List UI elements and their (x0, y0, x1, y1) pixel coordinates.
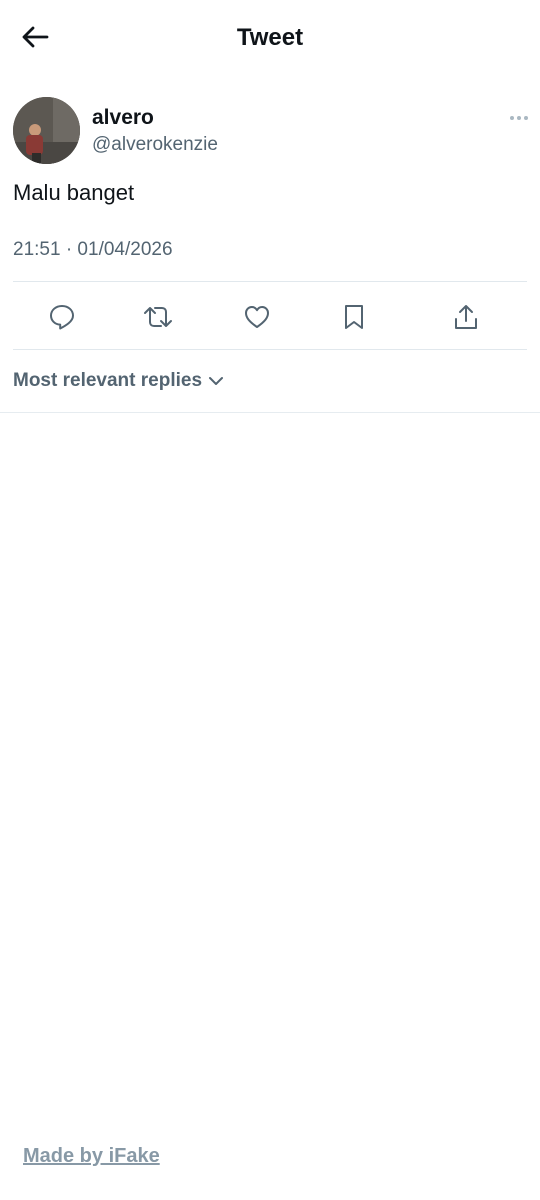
like-icon (245, 306, 269, 328)
top-bar: Tweet (0, 0, 540, 76)
share-button[interactable] (448, 299, 484, 335)
retweet-icon (144, 307, 172, 327)
divider (13, 281, 527, 282)
ellipsis-icon (510, 116, 528, 120)
author-handle[interactable]: @alverokenzie (92, 134, 218, 156)
avatar[interactable] (13, 97, 80, 164)
reply-sort-dropdown[interactable]: Most relevant replies (13, 370, 224, 392)
author-name[interactable]: alvero (92, 106, 154, 130)
reply-icon (50, 305, 74, 330)
divider (0, 412, 540, 413)
page-title: Tweet (236, 24, 304, 51)
share-icon (455, 305, 477, 329)
chevron-down-icon (209, 377, 224, 385)
divider (13, 349, 527, 350)
bookmark-icon (345, 305, 363, 329)
reply-sort-label: Most relevant replies (13, 370, 203, 391)
retweet-button[interactable] (140, 299, 176, 335)
avatar-photo (13, 97, 80, 164)
bookmark-button[interactable] (336, 299, 372, 335)
tweet-text: Malu banget (13, 180, 135, 205)
action-bar (0, 295, 540, 339)
tweet-timestamp: 21:51 · 01/04/2026 (13, 239, 173, 260)
reply-button[interactable] (44, 299, 80, 335)
like-button[interactable] (239, 299, 275, 335)
more-options-button[interactable] (506, 108, 532, 128)
made-by-watermark[interactable]: Made by iFake (23, 1145, 160, 1168)
